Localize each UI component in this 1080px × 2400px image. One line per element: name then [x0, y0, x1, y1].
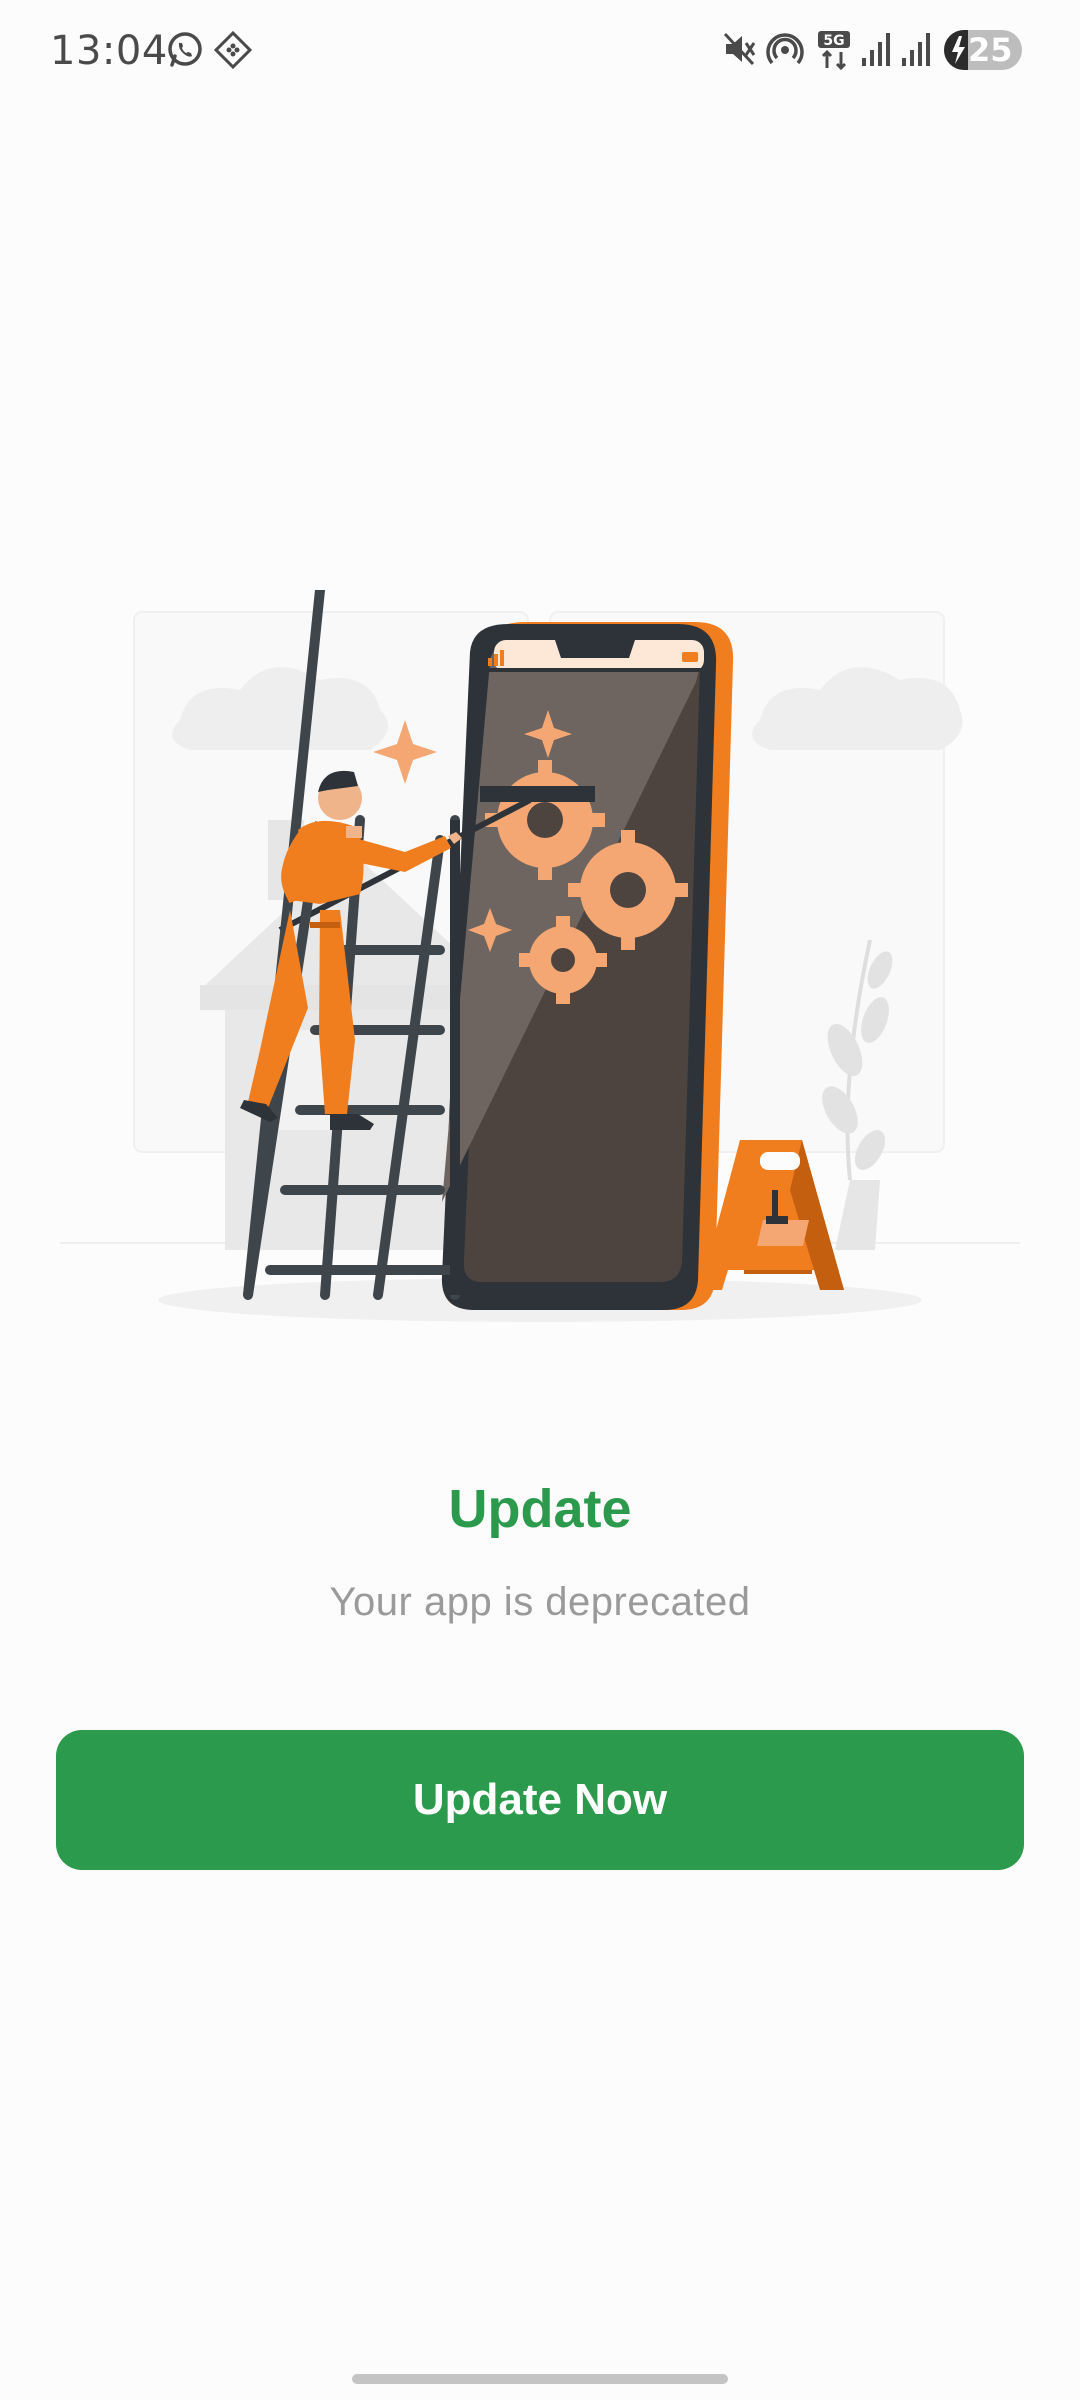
- network-5g-icon: 5G: [818, 31, 850, 70]
- whatsapp-icon: [168, 32, 202, 67]
- battery-level: 25: [968, 31, 1013, 69]
- update-now-button[interactable]: Update Now: [56, 1730, 1024, 1870]
- mute-icon: [723, 32, 756, 66]
- maintenance-illustration-icon: [60, 590, 1020, 1322]
- status-time: 13:04: [50, 28, 168, 74]
- signal-2-icon: [902, 33, 930, 66]
- hotspot-icon: [766, 33, 804, 65]
- network-label: 5G: [823, 33, 844, 49]
- home-indicator[interactable]: [352, 2374, 728, 2384]
- page-subtitle: Your app is deprecated: [329, 1580, 751, 1624]
- app-grid-icon: [214, 31, 252, 69]
- status-bar: 13:04 5G 25: [0, 0, 1080, 100]
- signal-1-icon: [862, 33, 890, 66]
- page-title: Update: [448, 1479, 632, 1539]
